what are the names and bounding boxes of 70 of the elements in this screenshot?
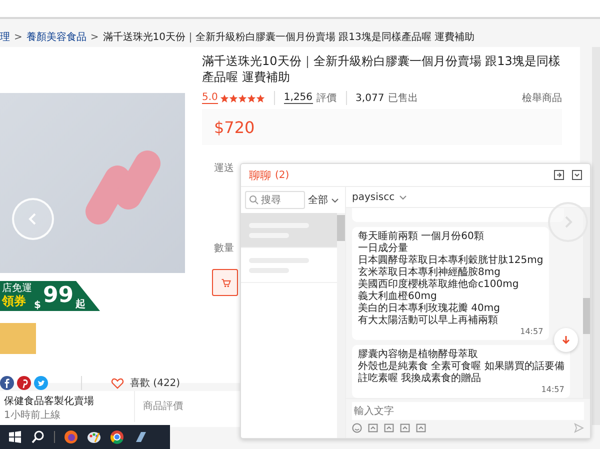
banner-currency: $: [34, 300, 41, 311]
search-field[interactable]: 搜尋: [245, 191, 305, 209]
palette-icon[interactable]: [87, 430, 101, 444]
star-icon: [228, 94, 238, 102]
start-icon[interactable]: [8, 430, 22, 444]
star-icon: [238, 94, 247, 102]
shipping-label: 運送: [213, 162, 234, 175]
message-line: 美國西印度櫻桃萃取維他命c100mg: [358, 279, 520, 290]
search-icon[interactable]: [31, 430, 45, 444]
breadcrumb-separator: >: [90, 32, 99, 42]
message-line: 註吃素喔 我換成素食的贈品: [358, 373, 482, 385]
browser-icon[interactable]: [110, 430, 124, 444]
expand-icon[interactable]: [554, 170, 564, 180]
unread-count: (2): [275, 170, 290, 180]
share-icon[interactable]: [17, 376, 31, 390]
sold-label: 已售出: [388, 92, 418, 105]
report-link[interactable]: 檢舉商品: [522, 91, 562, 105]
shop-name[interactable]: 保健食品客製化賣場: [4, 394, 134, 408]
message-line: 每天睡前兩顆 一個月份60顆: [358, 231, 485, 242]
chat-title: 聊聊: [249, 168, 271, 182]
sold-count: 3,077: [356, 92, 384, 104]
rating-score: 5.0: [202, 92, 218, 104]
scrollbar[interactable]: [592, 47, 600, 425]
banner-text: 領券: [2, 294, 27, 308]
message-line: 外殼也是純素食 全素可食喔 如果購買的話要備: [358, 361, 564, 372]
message-line: 義大利血橙60mg: [358, 291, 438, 302]
message-line: 玄米萃取日本專利神經醯胺8mg: [358, 267, 502, 278]
star-icon: [256, 94, 265, 102]
breadcrumb-separator: >: [14, 32, 22, 42]
message-line: 日本圓酵母萃取日本專利穀胱甘肽125mg: [358, 255, 544, 266]
breadcrumb-link[interactable]: 理: [0, 30, 10, 44]
filter-dropdown[interactable]: 全部: [308, 193, 340, 207]
search-icon: [249, 195, 259, 205]
contact-name[interactable]: paysiscc: [346, 187, 590, 208]
message-input[interactable]: 輸入文字: [352, 402, 584, 420]
star-icon: [246, 94, 256, 102]
message-line: 有大太陽活動可以早上再補兩顆: [358, 315, 499, 327]
emoji-icon[interactable]: [352, 423, 362, 433]
breadcrumb-link[interactable]: 養顏美容食品: [26, 30, 86, 44]
reviews-tab[interactable]: 商品評價: [143, 401, 183, 413]
shop-status: 1小時前上線: [4, 408, 62, 422]
product-price: $720: [214, 118, 255, 136]
message-time: 14:57: [541, 385, 564, 394]
message-time: 14:57: [520, 327, 544, 336]
message-line: 美白的日本專利玫瑰花瓣 40mg: [358, 303, 501, 314]
banner-text: 起: [76, 298, 86, 311]
share-icon[interactable]: [34, 376, 48, 390]
heart-icon[interactable]: [111, 376, 124, 390]
thumbnail-image[interactable]: [0, 323, 36, 354]
scrollbar[interactable]: [337, 213, 345, 438]
share-icon[interactable]: [0, 376, 14, 390]
message-line: 膠囊內容物是植物酵母萃取: [358, 349, 479, 360]
scroll-down-button[interactable]: [554, 328, 578, 352]
banner-text: 店免運: [2, 284, 32, 294]
send-icon[interactable]: [574, 423, 584, 433]
scrollbar[interactable]: [583, 208, 590, 398]
review-count[interactable]: 1,256: [284, 92, 313, 104]
breadcrumb-current: 滿千送珠光10天份｜全新升級粉白膠囊一個月份賣場 跟13塊是同樣產品喔 運費補助: [102, 30, 475, 44]
star-icon: [220, 94, 229, 102]
app-icon[interactable]: [133, 430, 147, 444]
search-input[interactable]: 搜尋: [261, 193, 291, 207]
minimize-icon[interactable]: [572, 170, 582, 180]
banner-amount: 99: [42, 285, 74, 307]
message-line: 一日成分量: [358, 243, 409, 254]
like-count: 喜歡 (422): [130, 376, 180, 390]
add-to-cart-button[interactable]: [212, 269, 238, 296]
review-label: 評價: [316, 92, 337, 105]
product-title: 滿千送珠光10天份｜全新升級粉白膠囊一個月份賣場 跟13塊是同樣產品喔 運費補助: [202, 53, 562, 85]
quantity-label: 數量: [213, 242, 234, 255]
arrow-down-icon: [561, 335, 571, 345]
